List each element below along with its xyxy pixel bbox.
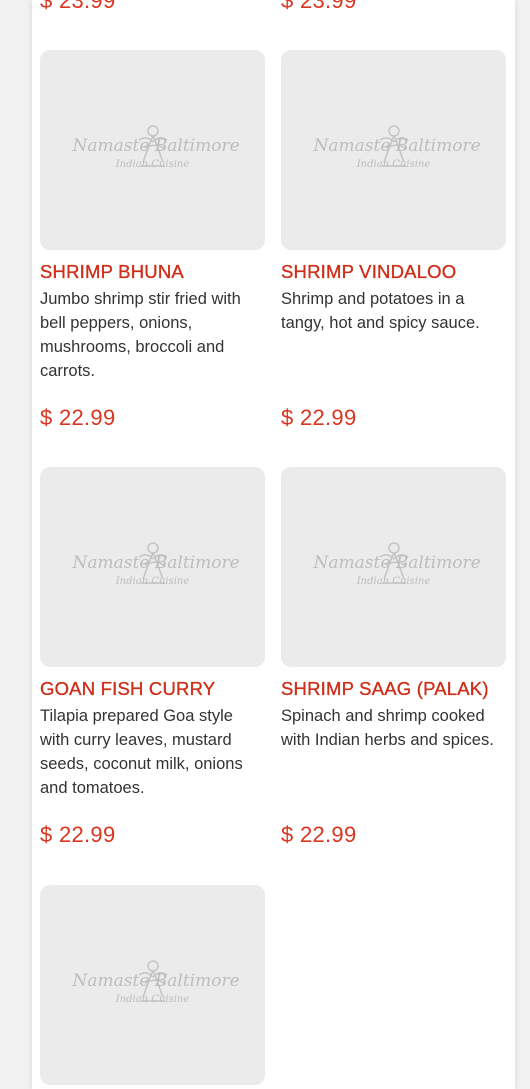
logo-brand-text: Namaste Baltimore xyxy=(72,971,240,991)
logo-brand-text: Namaste Baltimore xyxy=(72,553,240,573)
menu-item-image-placeholder[interactable]: Namaste Baltimore Indian Cuisine xyxy=(281,50,506,250)
menu-item-name[interactable]: SHRIMP BHUNA xyxy=(40,261,266,283)
menu-item-image-placeholder[interactable]: Namaste Baltimore Indian Cuisine xyxy=(281,467,506,667)
menu-item-price: $ 22.99 xyxy=(281,822,357,847)
logo-brand-text: Namaste Baltimore xyxy=(72,136,240,156)
logo-tagline-text: Indian Cuisine xyxy=(115,994,190,1005)
logo-tagline-text: Indian Cuisine xyxy=(115,576,190,587)
menu-item-description: Shrimp and potatoes in a tangy, hot and … xyxy=(281,290,480,332)
menu-item-image-placeholder[interactable]: Namaste Baltimore Indian Cuisine xyxy=(40,50,265,250)
menu-item-card[interactable]: Namaste Baltimore Indian Cuisine SHRIMP … xyxy=(40,50,266,431)
menu-item-card[interactable]: Namaste Baltimore Indian Cuisine SHRIMP … xyxy=(281,50,507,431)
menu-item-description: Jumbo shrimp stir fried with bell pepper… xyxy=(40,290,241,380)
restaurant-logo: Namaste Baltimore Indian Cuisine xyxy=(72,122,240,178)
restaurant-logo: Namaste Baltimore Indian Cuisine xyxy=(313,539,481,595)
menu-item-card[interactable]: Namaste Baltimore Indian Cuisine xyxy=(40,885,266,1085)
menu-item-description: Tilapia prepared Goa style with curry le… xyxy=(40,707,243,797)
menu-item-price: $ 22.99 xyxy=(281,405,357,430)
menu-item-description: Spinach and shrimp cooked with Indian he… xyxy=(281,707,494,749)
menu-item-name[interactable]: GOAN FISH CURRY xyxy=(40,678,266,700)
logo-tagline-text: Indian Cuisine xyxy=(356,159,431,170)
menu-item-image-placeholder[interactable]: Namaste Baltimore Indian Cuisine xyxy=(40,467,265,667)
previous-item-price: $ 23.99 xyxy=(40,0,116,13)
logo-brand-text: Namaste Baltimore xyxy=(313,553,481,573)
menu-item-card[interactable]: Namaste Baltimore Indian Cuisine GOAN FI… xyxy=(40,467,266,848)
logo-tagline-text: Indian Cuisine xyxy=(356,576,431,587)
previous-item-price: $ 23.99 xyxy=(281,0,357,13)
logo-tagline-text: Indian Cuisine xyxy=(115,159,190,170)
restaurant-logo: Namaste Baltimore Indian Cuisine xyxy=(313,122,481,178)
menu-item-card[interactable]: Namaste Baltimore Indian Cuisine SHRIMP … xyxy=(281,467,507,848)
restaurant-logo: Namaste Baltimore Indian Cuisine xyxy=(72,957,240,1013)
menu-item-name[interactable]: SHRIMP SAAG (PALAK) xyxy=(281,678,507,700)
menu-item-name[interactable]: SHRIMP VINDALOO xyxy=(281,261,507,283)
menu-item-price: $ 22.99 xyxy=(40,822,116,847)
logo-brand-text: Namaste Baltimore xyxy=(313,136,481,156)
menu-page: $ 23.99 $ 23.99 Namaste Baltimore Indian… xyxy=(32,0,515,1089)
menu-item-price: $ 22.99 xyxy=(40,405,116,430)
restaurant-logo: Namaste Baltimore Indian Cuisine xyxy=(72,539,240,595)
menu-item-image-placeholder[interactable]: Namaste Baltimore Indian Cuisine xyxy=(40,885,265,1085)
